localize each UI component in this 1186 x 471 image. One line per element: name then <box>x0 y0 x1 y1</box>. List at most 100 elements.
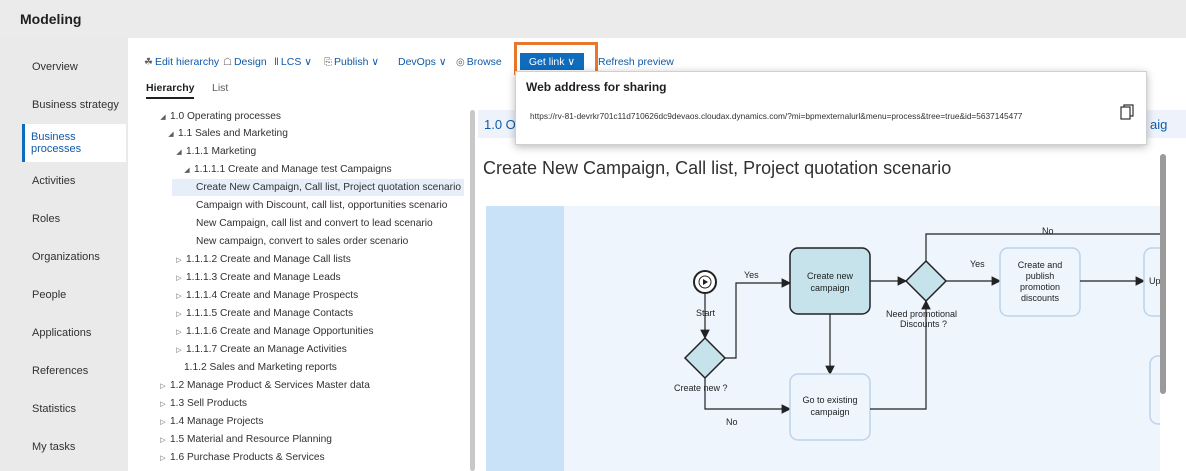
process-tree: ◢ 1.0 Operating processes ◢ 1.1 Sales and … <box>128 108 468 471</box>
collapsed-icon: ▷ <box>160 401 166 408</box>
collapsed-icon: ▷ <box>176 257 182 264</box>
tree-node-label: 1.1.1 Marketing <box>186 146 257 157</box>
tree-node-label: 1.1.1.1 Create and Manage test Campaigns <box>194 164 392 175</box>
sidebar-item-people[interactable]: People <box>24 276 128 314</box>
share-url[interactable]: https://rv-81-devrkr701c11d710626dc9deva… <box>530 111 1022 121</box>
tree-node-label: 1.3 Sell Products <box>170 398 248 409</box>
process-diagram: Start Create new ? Yes No Create new cam… <box>486 206 1160 471</box>
action-toolbar: ☘ Edit hierarchy ☖ Design Ⅱ LCS ∨ ⎘ Publish … <box>128 38 1186 70</box>
sidebar-item-applications[interactable]: Applications <box>24 314 128 352</box>
tree-node-label: 1.1.1.6 Create and Manage Opportunities <box>186 326 374 337</box>
expanded-icon: ◢ <box>184 167 190 174</box>
tree-node-label: 1.0 Operating processes <box>170 111 281 122</box>
no-label: No <box>726 417 738 427</box>
devops-menu-button[interactable]: DevOps ∨ <box>398 56 447 68</box>
task-label-line: Go to existing <box>802 395 857 405</box>
share-link-flyout: Web address for sharing https://rv-81-de… <box>515 71 1147 145</box>
start-label: Start <box>696 308 716 318</box>
tree-node[interactable]: ◢ 1.1 Sales and Marketing <box>164 125 288 142</box>
library-icon: Ⅱ <box>274 57 279 68</box>
chevron-down-icon: ∨ <box>371 56 380 68</box>
tree-node[interactable]: ▷ 1.1.1.3 Create and Manage Leads <box>172 269 341 286</box>
promo-gateway[interactable] <box>904 259 948 303</box>
breadcrumb-text: 1.0 O <box>484 117 516 132</box>
edit-hierarchy-button[interactable]: ☘ Edit hierarchy <box>144 56 219 68</box>
tree-node[interactable]: ◢ 1.1.1 Marketing <box>172 143 256 160</box>
tree-node-label: 1.2 Manage Product & Services Master dat… <box>170 380 370 391</box>
publish-icon: ⎘ <box>324 57 332 68</box>
sidebar-item-statistics[interactable]: Statistics <box>24 390 128 428</box>
sidebar-item-my-tasks[interactable]: My tasks <box>24 428 128 466</box>
tree-node[interactable]: ▷ 1.1.1.4 Create and Manage Prospects <box>172 287 358 304</box>
publish-menu-button[interactable]: ⎘ Publish ∨ <box>324 56 379 68</box>
create-new-question: Create new ? <box>674 383 728 393</box>
chevron-down-icon: ∨ <box>438 56 447 68</box>
yes-label: Yes <box>744 270 759 280</box>
pane-splitter[interactable] <box>470 110 475 471</box>
tree-node-label: 1.4 Manage Projects <box>170 416 264 427</box>
task-label-line: Create new <box>807 271 854 281</box>
create-new-campaign-task[interactable] <box>789 247 871 315</box>
edit-hierarchy-label: Edit hierarchy <box>154 56 220 68</box>
sidebar-item-organizations[interactable]: Organizations <box>24 238 128 276</box>
sidebar-item-overview[interactable]: Overview <box>24 48 128 86</box>
tab-hierarchy[interactable]: Hierarchy <box>146 82 195 99</box>
task-label-line: Up <box>1149 276 1160 286</box>
browse-label: Browse <box>466 56 502 68</box>
tree-node[interactable]: New Campaign, call list and convert to l… <box>196 215 433 232</box>
chevron-down-icon: ∨ <box>304 56 312 68</box>
tree-node[interactable]: ▷ 1.4 Manage Projects <box>156 413 263 430</box>
tree-node[interactable]: 1.1.2 Sales and Marketing reports <box>184 359 337 376</box>
create-new-gateway[interactable] <box>683 336 727 380</box>
tree-node[interactable]: ▷ 1.1.1.2 Create and Manage Call lists <box>172 251 351 268</box>
tree-node[interactable]: ◢ 1.1.1.1 Create and Manage test Campaign… <box>180 161 392 178</box>
lcs-menu-button[interactable]: Ⅱ LCS ∨ <box>274 56 312 68</box>
tree-node[interactable]: New campaign, convert to sales order sce… <box>196 233 408 250</box>
breadcrumb-link[interactable]: aig <box>1150 117 1167 132</box>
tree-node[interactable]: ◢ 1.0 Operating processes <box>156 108 281 125</box>
yes-label: Yes <box>970 259 985 269</box>
collapsed-icon: ▷ <box>160 455 166 462</box>
next-task-partial[interactable] <box>1149 355 1160 425</box>
need-promo-label: Discounts ? <box>900 319 947 329</box>
sidebar-item-references[interactable]: References <box>24 352 128 390</box>
tree-node[interactable]: ▷ 1.6 Purchase Products & Services <box>156 449 324 466</box>
need-promo-label: Need promotional <box>886 309 957 319</box>
tree-node[interactable]: ▷ 1.1.1.6 Create and Manage Opportunities <box>172 323 373 340</box>
design-button[interactable]: ☖ Design <box>223 56 267 68</box>
sidebar-item-business-processes[interactable]: Business processes <box>22 124 126 162</box>
tree-node[interactable]: ▷ 1.1.1.7 Create an Manage Activities <box>172 341 347 358</box>
task-label-line: publish <box>1026 271 1055 281</box>
hierarchy-icon: ☘ <box>144 57 153 68</box>
tab-list[interactable]: List <box>212 82 228 94</box>
tree-node-label: 1.1 Sales and Marketing <box>178 128 288 139</box>
tree-node-label: 1.1.1.3 Create and Manage Leads <box>186 272 341 283</box>
sidebar-item-business-strategy[interactable]: Business strategy <box>24 86 128 124</box>
copy-icon[interactable] <box>1120 104 1134 120</box>
collapsed-icon: ▷ <box>160 383 166 390</box>
vertical-scrollbar[interactable] <box>1160 154 1166 394</box>
sidebar-item-roles[interactable]: Roles <box>24 200 128 238</box>
collapsed-icon: ▷ <box>176 347 182 354</box>
tree-node[interactable]: Campaign with Discount, call list, oppor… <box>196 197 447 214</box>
browse-button[interactable]: ◎ Browse <box>456 56 502 68</box>
collapsed-icon: ▷ <box>176 293 182 300</box>
task-label-line: campaign <box>810 283 849 293</box>
app-title: Modeling <box>20 11 82 27</box>
expanded-icon: ◢ <box>160 114 166 121</box>
tree-node[interactable]: ▷ 1.5 Material and Resource Planning <box>156 431 332 448</box>
tree-node-label: 1.1.1.5 Create and Manage Contacts <box>186 308 354 319</box>
refresh-preview-button[interactable]: Refresh preview <box>598 56 674 68</box>
process-flow-svg: Start Create new ? Yes No Create new cam… <box>674 226 1160 441</box>
tree-node-label: 1.1.1.2 Create and Manage Call lists <box>186 254 351 265</box>
sidebar-item-activities[interactable]: Activities <box>24 162 128 200</box>
tree-node-label: 1.1.1.4 Create and Manage Prospects <box>186 290 359 301</box>
collapsed-icon: ▷ <box>160 419 166 426</box>
tree-node-selected[interactable]: Create New Campaign, Call list, Project … <box>172 179 464 196</box>
collapsed-icon: ▷ <box>176 275 182 282</box>
tree-node[interactable]: ▷ 1.2 Manage Product & Services Master da… <box>156 377 370 394</box>
tree-node[interactable]: ▷ 1.1.1.5 Create and Manage Contacts <box>172 305 353 322</box>
expanded-icon: ◢ <box>176 149 182 156</box>
collapsed-icon: ▷ <box>176 311 182 318</box>
tree-node[interactable]: ▷ 1.3 Sell Products <box>156 395 247 412</box>
